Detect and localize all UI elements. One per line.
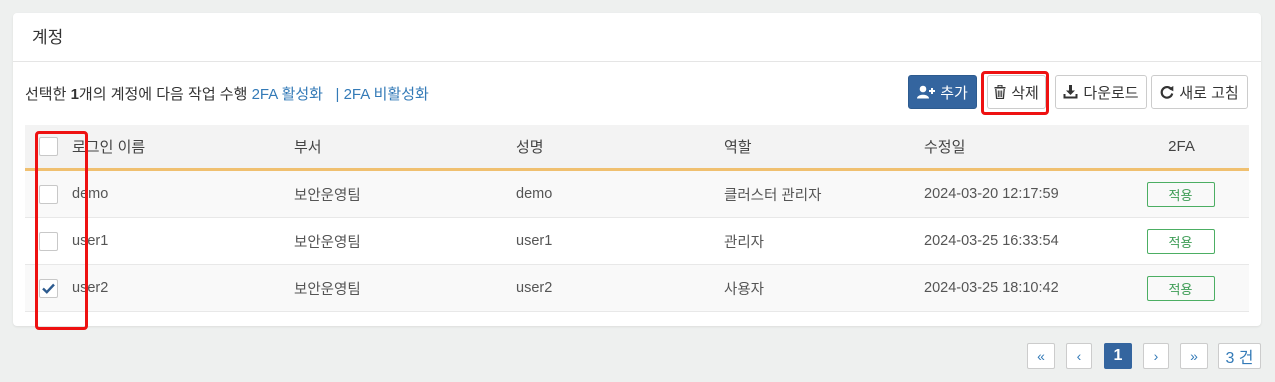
- cell-dept: 보안운영팀: [294, 187, 361, 204]
- column-header-name[interactable]: 성명: [516, 136, 724, 157]
- column-header-login[interactable]: 로그인 이름: [72, 136, 294, 157]
- download-button[interactable]: 다운로드: [1055, 75, 1147, 109]
- last-page-button[interactable]: »: [1180, 343, 1208, 369]
- delete-button[interactable]: 삭제: [987, 75, 1046, 109]
- cell-modified: 2024-03-25 18:10:42: [924, 280, 1059, 296]
- cell-role: 관리자: [724, 234, 765, 251]
- cell-modified: 2024-03-25 16:33:54: [924, 233, 1059, 249]
- cell-name: user1: [516, 233, 553, 249]
- column-header-role[interactable]: 역할: [724, 136, 924, 157]
- page-1-button[interactable]: 1: [1104, 343, 1132, 369]
- action-separator: |: [335, 86, 340, 103]
- column-header-2fa[interactable]: 2FA: [1124, 138, 1249, 155]
- refresh-icon: [1161, 85, 1174, 99]
- next-page-button[interactable]: ›: [1143, 343, 1169, 369]
- table-row[interactable]: demo 보안운영팀 demo 클러스터 관리자 2024-03-20 12:1…: [25, 171, 1249, 218]
- table-row[interactable]: user2 보안운영팀 user2 사용자 2024-03-25 18:10:4…: [25, 265, 1249, 312]
- cell-role: 사용자: [724, 281, 765, 298]
- row-checkbox[interactable]: [39, 278, 58, 298]
- row-checkbox[interactable]: [39, 231, 58, 251]
- cell-role: 클러스터 관리자: [724, 187, 822, 204]
- refresh-button[interactable]: 새로 고침: [1151, 75, 1248, 109]
- 2fa-status-badge: 적용: [1146, 275, 1215, 301]
- trash-icon: [994, 85, 1006, 99]
- panel-title: 계정: [13, 13, 1261, 62]
- first-page-button[interactable]: «: [1027, 343, 1055, 369]
- cell-login: user1: [72, 233, 109, 249]
- download-icon: [1063, 85, 1078, 99]
- accounts-table: 로그인 이름 부서 성명 역할 수정일 2FA demo 보안운영팀 demo …: [25, 125, 1249, 312]
- disable-2fa-link[interactable]: 2FA 비활성화: [344, 86, 429, 103]
- cell-login: user2: [72, 280, 109, 296]
- cell-modified: 2024-03-20 12:17:59: [924, 186, 1059, 202]
- enable-2fa-link[interactable]: 2FA 활성화: [252, 86, 323, 103]
- row-checkbox[interactable]: [39, 184, 58, 204]
- add-user-icon: [917, 85, 936, 99]
- action-bar: 선택한 1개의 계정에 다음 작업 수행 2FA 활성화 | 2FA 비활성화 …: [13, 71, 1261, 115]
- selection-action-text: 선택한 1개의 계정에 다음 작업 수행 2FA 활성화 | 2FA 비활성화: [25, 86, 429, 103]
- add-button[interactable]: 추가: [908, 75, 977, 109]
- table-header: 로그인 이름 부서 성명 역할 수정일 2FA: [25, 125, 1249, 171]
- cell-name: user2: [516, 280, 553, 296]
- cell-login: demo: [72, 186, 109, 202]
- column-header-modified[interactable]: 수정일: [924, 136, 1124, 157]
- accounts-panel: 계정 선택한 1개의 계정에 다음 작업 수행 2FA 활성화 | 2FA 비활…: [13, 13, 1261, 330]
- cell-dept: 보안운영팀: [294, 281, 361, 298]
- prev-page-button[interactable]: ‹: [1066, 343, 1092, 369]
- column-header-dept[interactable]: 부서: [294, 136, 516, 157]
- cell-dept: 보안운영팀: [294, 234, 361, 251]
- cell-name: demo: [516, 186, 553, 202]
- select-all-checkbox[interactable]: [39, 137, 58, 156]
- table-row[interactable]: user1 보안운영팀 user1 관리자 2024-03-25 16:33:5…: [25, 218, 1249, 265]
- total-count: 3 건: [1218, 343, 1261, 369]
- selected-count: 1: [70, 86, 79, 103]
- 2fa-status-badge: 적용: [1146, 181, 1215, 207]
- 2fa-status-badge: 적용: [1146, 228, 1215, 254]
